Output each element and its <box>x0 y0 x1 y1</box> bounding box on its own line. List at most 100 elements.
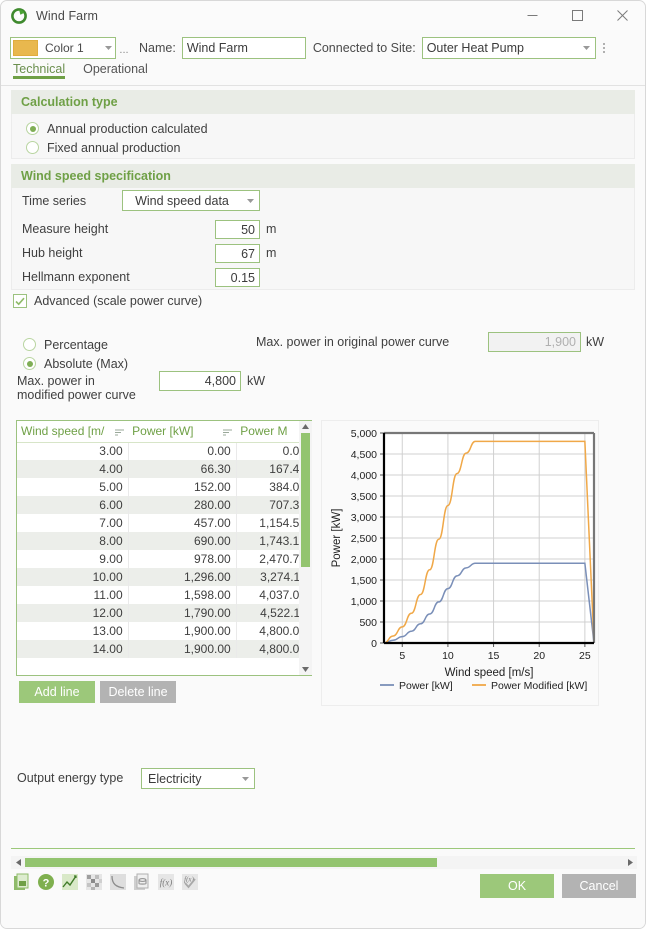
table-row[interactable]: 6.00 280.00 707.37 <box>17 496 311 514</box>
cancel-button[interactable]: Cancel <box>562 874 636 898</box>
table-cell[interactable]: 66.30 <box>128 460 237 478</box>
table-cell[interactable]: 7.00 <box>17 514 129 532</box>
hellmann-exponent-input[interactable]: 0.15 <box>215 268 260 287</box>
radio-absolute-max[interactable]: Absolute (Max) <box>23 354 128 373</box>
function-icon[interactable]: f(x) <box>156 872 176 892</box>
scroll-up-arrow[interactable] <box>299 421 312 432</box>
tab-bar: Technical Operational <box>1 62 645 86</box>
svg-text:3,000: 3,000 <box>351 512 377 524</box>
table-cell[interactable]: 9.00 <box>17 550 129 568</box>
table-cell[interactable]: 3.00 <box>17 442 129 460</box>
ok-button[interactable]: OK <box>480 874 554 898</box>
power-curve-table[interactable]: Wind speed [m/ Power [kW] Power M 3.00 0… <box>16 420 312 676</box>
table-cell[interactable]: 5.00 <box>17 478 129 496</box>
color-selector[interactable]: Color 1 <box>10 37 116 59</box>
scroll-down-arrow[interactable] <box>299 664 312 675</box>
chevron-down-icon[interactable] <box>241 198 259 203</box>
advanced-checkbox[interactable]: Advanced (scale power curve) <box>13 294 202 308</box>
curve-icon[interactable] <box>108 872 128 892</box>
maximize-icon[interactable] <box>555 1 600 30</box>
scroll-left-arrow[interactable] <box>11 856 25 869</box>
radio-annual-production-calculated[interactable]: Annual production calculated <box>26 119 634 138</box>
site-options-button[interactable] <box>599 37 609 59</box>
table-row[interactable]: 4.00 66.30 167.49 <box>17 460 311 478</box>
table-row[interactable]: 12.00 1,790.00 4,522.11 <box>17 604 311 622</box>
chevron-down-icon[interactable] <box>236 776 254 781</box>
table-row[interactable]: 8.00 690.00 1,743.16 <box>17 532 311 550</box>
table-cell[interactable]: 1,900.00 <box>128 622 237 640</box>
calculation-type-panel: Annual production calculated Fixed annua… <box>11 114 635 159</box>
dialog-content: Calculation type Annual production calcu… <box>1 86 645 928</box>
sort-icon[interactable] <box>223 426 233 440</box>
table-row[interactable]: 14.00 1,900.00 4,800.00 <box>17 640 311 658</box>
table-row[interactable]: 13.00 1,900.00 4,800.00 <box>17 622 311 640</box>
table-cell[interactable]: 0.00 <box>128 442 237 460</box>
add-line-button[interactable]: Add line <box>19 681 95 703</box>
table-cell[interactable]: 4.00 <box>17 460 129 478</box>
chart-svg: 0 500 1,000 1,500 2,000 2,500 3,000 3,500 4,000 4… <box>331 428 596 692</box>
table-cell[interactable]: 12.00 <box>17 604 129 622</box>
minimize-icon[interactable] <box>510 1 555 30</box>
table-cell[interactable]: 13.00 <box>17 622 129 640</box>
column-header-label: Wind speed [m/ <box>21 424 105 439</box>
delete-line-button[interactable]: Delete line <box>100 681 176 703</box>
table-cell[interactable]: 6.00 <box>17 496 129 514</box>
table-cell[interactable]: 14.00 <box>17 640 129 658</box>
connected-site-label: Connected to Site: <box>312 41 416 55</box>
close-icon[interactable] <box>600 1 645 30</box>
name-input[interactable]: Wind Farm <box>181 37 306 59</box>
column-header-power[interactable]: Power [kW] <box>128 421 237 443</box>
color-more-button[interactable]: ... <box>116 37 132 59</box>
scroll-right-arrow[interactable] <box>623 856 637 869</box>
database-document-icon[interactable] <box>132 872 152 892</box>
help-icon[interactable]: ? <box>36 872 56 892</box>
table-row[interactable]: 7.00 457.00 1,154.53 <box>17 514 311 532</box>
max-power-modified-input[interactable]: 4,800 <box>159 371 241 391</box>
chevron-down-icon[interactable] <box>101 46 115 50</box>
sort-icon[interactable] <box>115 426 125 440</box>
scrollbar-thumb[interactable] <box>301 433 310 567</box>
column-header-wind-speed[interactable]: Wind speed [m/ <box>17 421 129 443</box>
table-row[interactable]: 9.00 978.00 2,470.74 <box>17 550 311 568</box>
time-series-select[interactable]: Wind speed data <box>122 190 260 211</box>
chevron-down-icon[interactable] <box>579 46 595 50</box>
table-cell[interactable]: 1,296.00 <box>128 568 237 586</box>
function-check-icon[interactable]: f(x) <box>180 872 200 892</box>
horizontal-scrollbar[interactable] <box>11 856 637 869</box>
svg-text:Power Modified [kW]: Power Modified [kW] <box>491 680 587 692</box>
copy-document-icon[interactable] <box>12 872 32 892</box>
table-cell[interactable]: 978.00 <box>128 550 237 568</box>
tab-operational[interactable]: Operational <box>83 62 148 79</box>
table-cell[interactable]: 152.00 <box>128 478 237 496</box>
radio-fixed-annual-production[interactable]: Fixed annual production <box>26 138 634 157</box>
table-cell[interactable]: 1,598.00 <box>128 586 237 604</box>
tool-icon-bar: ? f(x) f(x) <box>12 872 200 892</box>
scrollbar-track[interactable] <box>25 856 623 869</box>
name-label: Name: <box>139 41 176 55</box>
table-cell[interactable]: 8.00 <box>17 532 129 550</box>
trend-chart-icon[interactable] <box>60 872 80 892</box>
scrollbar-thumb[interactable] <box>25 858 437 867</box>
connected-site-select[interactable]: Outer Heat Pump <box>421 37 596 59</box>
table-row[interactable]: 3.00 0.00 0.00 <box>17 442 311 460</box>
table-cell[interactable]: 11.00 <box>17 586 129 604</box>
table-row[interactable]: 5.00 152.00 384.00 <box>17 478 311 496</box>
svg-text:1,000: 1,000 <box>351 596 377 608</box>
measure-height-input[interactable]: 50 <box>215 220 260 239</box>
table-cell[interactable]: 10.00 <box>17 568 129 586</box>
svg-text:4,500: 4,500 <box>351 449 377 461</box>
hub-height-input[interactable]: 67 <box>215 244 260 263</box>
table-cell[interactable]: 280.00 <box>128 496 237 514</box>
table-cell[interactable]: 1,900.00 <box>128 640 237 658</box>
radio-percentage[interactable]: Percentage <box>23 335 108 354</box>
table-cell[interactable]: 1,790.00 <box>128 604 237 622</box>
table-scrollbar[interactable] <box>299 421 312 675</box>
table-cell[interactable]: 690.00 <box>128 532 237 550</box>
radio-label: Fixed annual production <box>47 140 181 155</box>
output-energy-type-select[interactable]: Electricity <box>141 768 255 789</box>
tab-technical[interactable]: Technical <box>13 62 66 79</box>
table-cell[interactable]: 457.00 <box>128 514 237 532</box>
matrix-grid-icon[interactable] <box>84 872 104 892</box>
table-row[interactable]: 10.00 1,296.00 3,274.11 <box>17 568 311 586</box>
table-row[interactable]: 11.00 1,598.00 4,037.05 <box>17 586 311 604</box>
